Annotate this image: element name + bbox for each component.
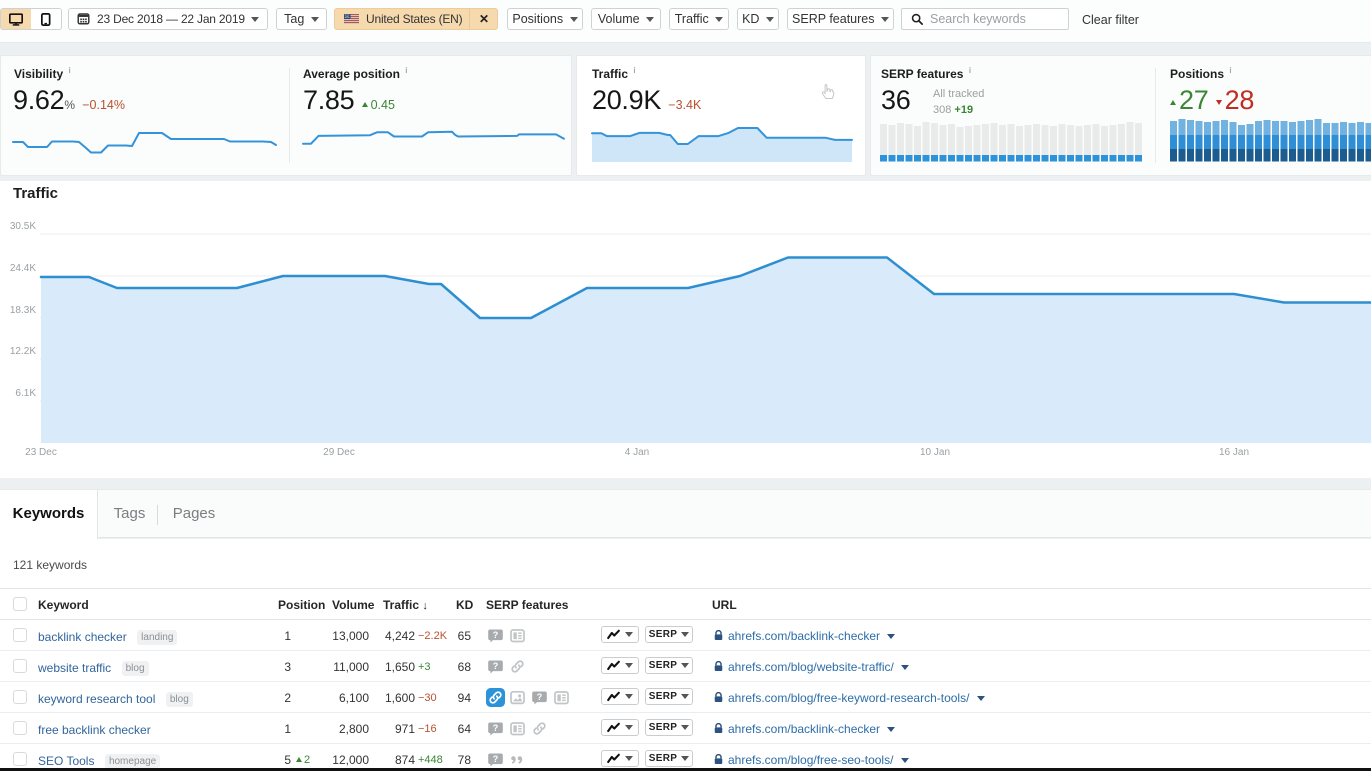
svg-text:?: ? <box>537 692 543 702</box>
svg-text:?: ? <box>493 630 499 640</box>
svg-text:?: ? <box>493 754 499 764</box>
svg-text:?: ? <box>493 661 499 671</box>
svg-text:?: ? <box>493 723 499 733</box>
